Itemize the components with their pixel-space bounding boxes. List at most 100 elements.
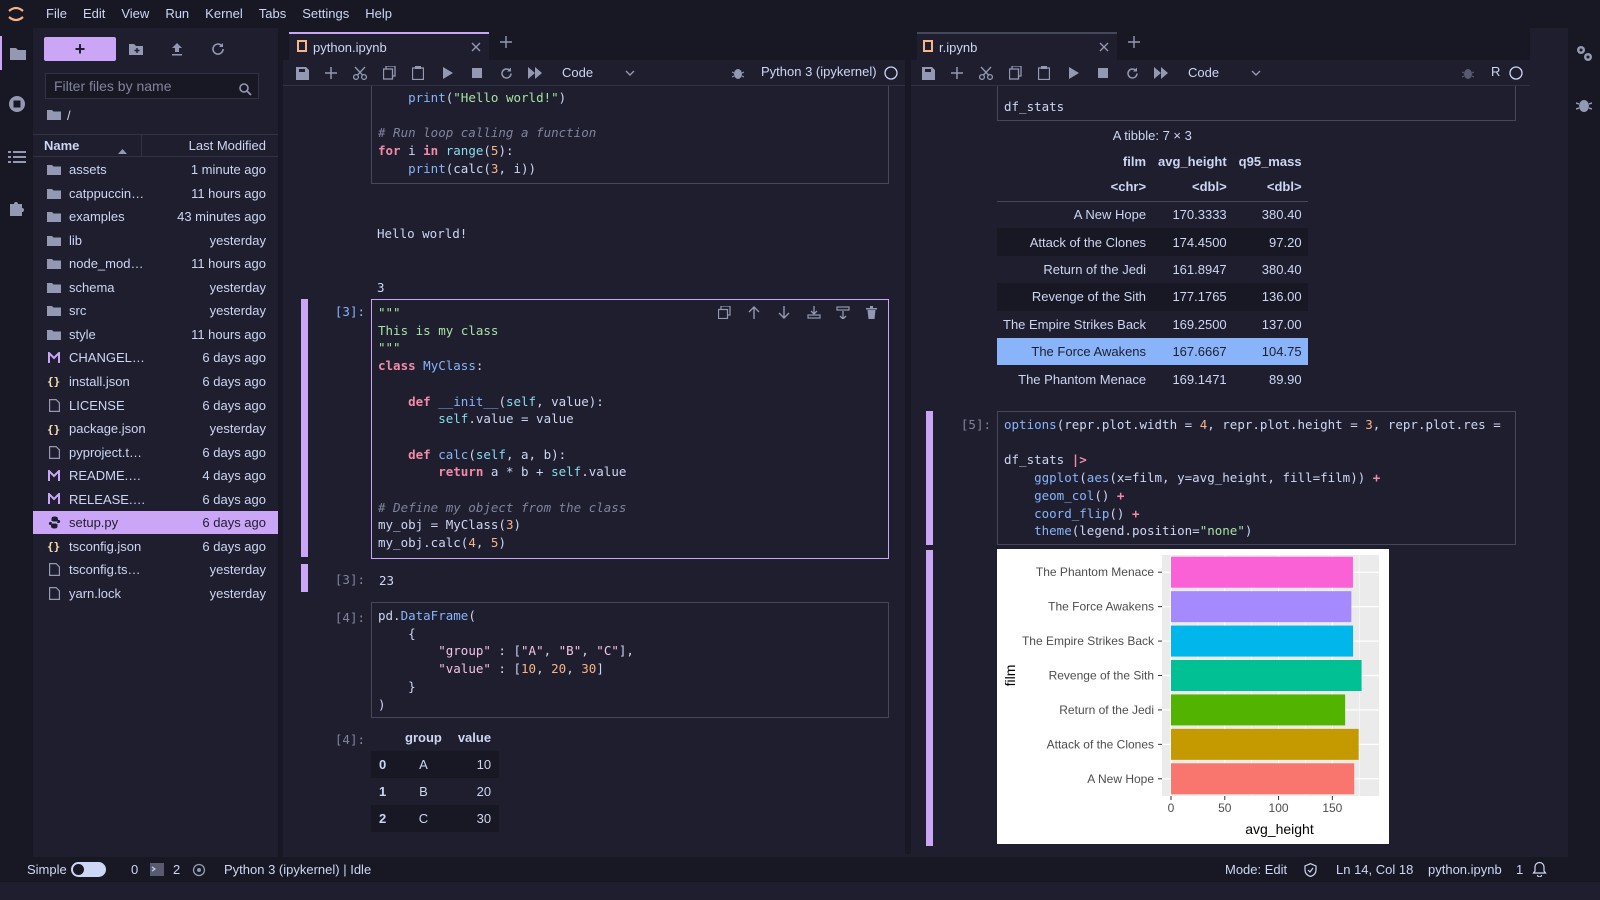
kernel-name[interactable]: Python 3 (ipykernel) xyxy=(761,64,877,79)
simple-mode-toggle[interactable] xyxy=(71,862,106,877)
kernel-status-text[interactable]: Python 3 (ipykernel) | Idle xyxy=(224,862,371,877)
cut-icon[interactable] xyxy=(351,64,369,82)
file-row[interactable]: assets 1 minute ago xyxy=(33,158,278,181)
restart-kernel-icon[interactable] xyxy=(1123,64,1141,82)
cell-type-select[interactable]: Code xyxy=(1182,64,1267,82)
restart-run-all-icon[interactable] xyxy=(1152,64,1170,82)
run-cell-icon[interactable] xyxy=(439,64,457,82)
terminal-count[interactable]: 0 xyxy=(131,862,138,877)
code-cell-editor[interactable]: pd.DataFrame( { "group" : ["A", "B", "C"… xyxy=(371,602,889,718)
modified-column-header[interactable]: Last Modified xyxy=(189,138,266,153)
paste-icon[interactable] xyxy=(1035,64,1053,82)
delete-trash-icon[interactable] xyxy=(866,306,877,322)
new-launcher-button[interactable]: + xyxy=(44,37,116,61)
file-row[interactable]: CHANGEL… 6 days ago xyxy=(33,346,278,369)
stop-kernel-icon[interactable] xyxy=(1094,64,1112,82)
paste-icon[interactable] xyxy=(409,64,427,82)
menu-file[interactable]: File xyxy=(38,0,75,28)
name-column-header[interactable]: Name xyxy=(44,138,79,153)
save-icon[interactable] xyxy=(919,64,937,82)
file-row[interactable]: catppuccin… 11 hours ago xyxy=(33,182,278,205)
file-row[interactable]: {} install.json 6 days ago xyxy=(33,370,278,393)
active-code-cell-editor[interactable]: """ This is my class """ class MyClass: … xyxy=(371,299,889,559)
copy-icon[interactable] xyxy=(380,64,398,82)
insert-cell-plus-icon[interactable] xyxy=(948,64,966,82)
menu-kernel[interactable]: Kernel xyxy=(197,0,251,28)
folder-icon[interactable] xyxy=(0,36,33,70)
file-row[interactable]: yarn.lock yesterday xyxy=(33,582,278,605)
file-row[interactable]: README.… 4 days ago xyxy=(33,464,278,487)
insert-cell-plus-icon[interactable] xyxy=(322,64,340,82)
file-row[interactable]: LICENSE 6 days ago xyxy=(33,394,278,417)
code-cell-editor[interactable]: print("Hello world!") # Run loop calling… xyxy=(371,86,889,184)
move-up-arrow-icon[interactable] xyxy=(748,306,760,322)
run-cell-icon[interactable] xyxy=(1065,64,1083,82)
menu-run[interactable]: Run xyxy=(157,0,197,28)
insert-below-icon[interactable] xyxy=(836,306,850,322)
insert-above-icon[interactable] xyxy=(807,306,821,322)
code-cell-editor[interactable]: options(repr.plot.width = 4, repr.plot.h… xyxy=(997,411,1516,545)
extension-puzzle-icon[interactable] xyxy=(0,191,33,225)
file-row[interactable]: RELEASE.… 6 days ago xyxy=(33,488,278,511)
file-row[interactable]: schema yesterday xyxy=(33,276,278,299)
tab-python-ipynb[interactable]: python.ipynb xyxy=(289,32,489,60)
new-tab-plus-icon[interactable] xyxy=(500,36,512,51)
bell-icon[interactable] xyxy=(1532,861,1547,880)
y-tick-label: Attack of the Clones xyxy=(1047,737,1154,751)
menu-settings[interactable]: Settings xyxy=(294,0,357,28)
new-folder-icon[interactable] xyxy=(124,38,148,60)
stop-kernel-icon[interactable] xyxy=(468,64,486,82)
file-row[interactable]: setup.py 6 days ago xyxy=(33,511,278,535)
close-tab-icon[interactable] xyxy=(471,40,481,55)
property-inspector-gear-icon[interactable] xyxy=(1567,36,1600,70)
file-row[interactable]: node_mod… 11 hours ago xyxy=(33,252,278,275)
file-filter-input[interactable]: Filter files by name xyxy=(45,73,259,99)
home-folder-icon[interactable] xyxy=(47,108,61,123)
code-cell-editor[interactable]: df_stats xyxy=(997,86,1516,121)
close-tab-icon[interactable] xyxy=(1099,40,1109,55)
kernel-name[interactable]: R xyxy=(1491,64,1500,79)
restart-run-all-icon[interactable] xyxy=(526,64,544,82)
menu-edit[interactable]: Edit xyxy=(75,0,113,28)
debugger-bug-icon[interactable] xyxy=(1459,64,1477,82)
table-cell: Revenge of the Sith xyxy=(1031,289,1147,305)
file-row[interactable]: style 11 hours ago xyxy=(33,323,278,346)
file-row[interactable]: pyproject.t… 6 days ago xyxy=(33,441,278,464)
menu-tabs[interactable]: Tabs xyxy=(251,0,294,28)
breadcrumb-root[interactable]: / xyxy=(67,108,71,123)
cut-icon[interactable] xyxy=(977,64,995,82)
file-row[interactable]: lib yesterday xyxy=(33,229,278,252)
cursor-position[interactable]: Ln 14, Col 18 xyxy=(1336,862,1413,877)
kernel-count[interactable]: 2 xyxy=(173,862,180,877)
file-row[interactable]: src yesterday xyxy=(33,299,278,322)
save-icon[interactable] xyxy=(293,64,311,82)
refresh-icon[interactable] xyxy=(206,38,230,60)
running-kernels-icon[interactable] xyxy=(0,87,33,121)
debugger-bug-icon[interactable] xyxy=(1567,88,1600,122)
move-down-arrow-icon[interactable] xyxy=(778,306,790,322)
output-collapser[interactable] xyxy=(301,564,308,592)
file-row[interactable]: examples 43 minutes ago xyxy=(33,205,278,228)
new-tab-plus-icon[interactable] xyxy=(1128,36,1140,51)
notification-count[interactable]: 1 xyxy=(1516,862,1523,877)
chevron-down-icon xyxy=(1251,64,1261,82)
tab-r-ipynb[interactable]: r.ipynb xyxy=(917,32,1117,60)
restart-kernel-icon[interactable] xyxy=(497,64,515,82)
debugger-bug-icon[interactable] xyxy=(729,64,747,82)
cell-collapser[interactable] xyxy=(301,299,308,557)
file-row[interactable]: {} package.json yesterday xyxy=(33,417,278,440)
search-icon xyxy=(239,79,252,103)
output-collapser[interactable] xyxy=(926,550,933,846)
cell-type-select[interactable]: Code xyxy=(556,64,641,82)
table-cell: C xyxy=(418,811,429,826)
file-row[interactable]: {} tsconfig.json 6 days ago xyxy=(33,535,278,558)
shield-icon[interactable] xyxy=(1304,863,1317,880)
copy-icon[interactable] xyxy=(1006,64,1024,82)
table-of-contents-icon[interactable] xyxy=(0,140,33,174)
menu-view[interactable]: View xyxy=(113,0,157,28)
file-row[interactable]: tsconfig.ts… yesterday xyxy=(33,558,278,581)
duplicate-cell-icon[interactable] xyxy=(717,305,731,322)
cell-collapser[interactable] xyxy=(926,411,933,545)
upload-icon[interactable] xyxy=(165,38,189,60)
menu-help[interactable]: Help xyxy=(357,0,400,28)
